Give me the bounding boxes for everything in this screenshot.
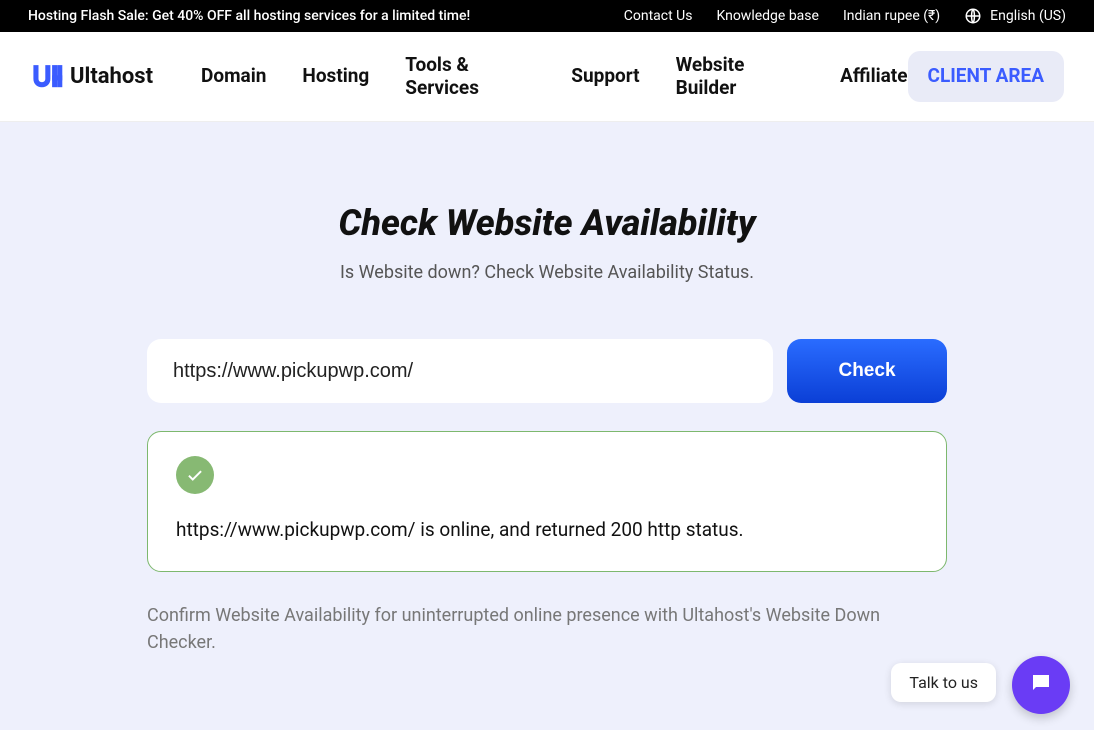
- page-subtitle: Is Website down? Check Website Availabil…: [147, 262, 947, 283]
- logo-text: Ultahost: [70, 64, 153, 89]
- nav-support[interactable]: Support: [571, 54, 639, 100]
- nav-affiliate[interactable]: Affiliate: [840, 54, 907, 100]
- nav-domain[interactable]: Domain: [201, 54, 266, 100]
- language-selector[interactable]: English (US): [964, 7, 1066, 25]
- globe-icon: [964, 7, 982, 25]
- contact-us-link[interactable]: Contact Us: [624, 8, 693, 24]
- sale-text: Hosting Flash Sale: Get 40% OFF all host…: [28, 8, 470, 24]
- nav-hosting[interactable]: Hosting: [302, 54, 369, 100]
- chat-fab[interactable]: [1012, 656, 1070, 714]
- page-title: Check Website Availability: [147, 202, 947, 244]
- currency-selector[interactable]: Indian rupee (₹): [843, 8, 940, 24]
- language-label: English (US): [990, 8, 1066, 24]
- chat-icon: [1029, 671, 1053, 699]
- url-check-form: Check: [147, 339, 947, 403]
- logo[interactable]: Ultahost: [30, 60, 153, 94]
- url-input[interactable]: [147, 339, 773, 403]
- check-button[interactable]: Check: [787, 339, 947, 403]
- chat-label[interactable]: Talk to us: [891, 663, 996, 702]
- nav-website-builder[interactable]: Website Builder: [676, 54, 805, 100]
- nav-tools-services[interactable]: Tools & Services: [405, 54, 535, 100]
- client-area-button[interactable]: CLIENT AREA: [908, 51, 1064, 102]
- footer-note: Confirm Website Availability for uninter…: [147, 602, 947, 656]
- top-announcement-bar: Hosting Flash Sale: Get 40% OFF all host…: [0, 0, 1094, 32]
- main-nav: Ultahost Domain Hosting Tools & Services…: [0, 32, 1094, 122]
- result-message: https://www.pickupwp.com/ is online, and…: [176, 518, 918, 541]
- success-check-icon: [176, 456, 214, 494]
- hero-section: Check Website Availability Is Website do…: [0, 122, 1094, 730]
- logo-icon: [30, 60, 64, 94]
- knowledge-base-link[interactable]: Knowledge base: [716, 8, 818, 24]
- result-panel: https://www.pickupwp.com/ is online, and…: [147, 431, 947, 572]
